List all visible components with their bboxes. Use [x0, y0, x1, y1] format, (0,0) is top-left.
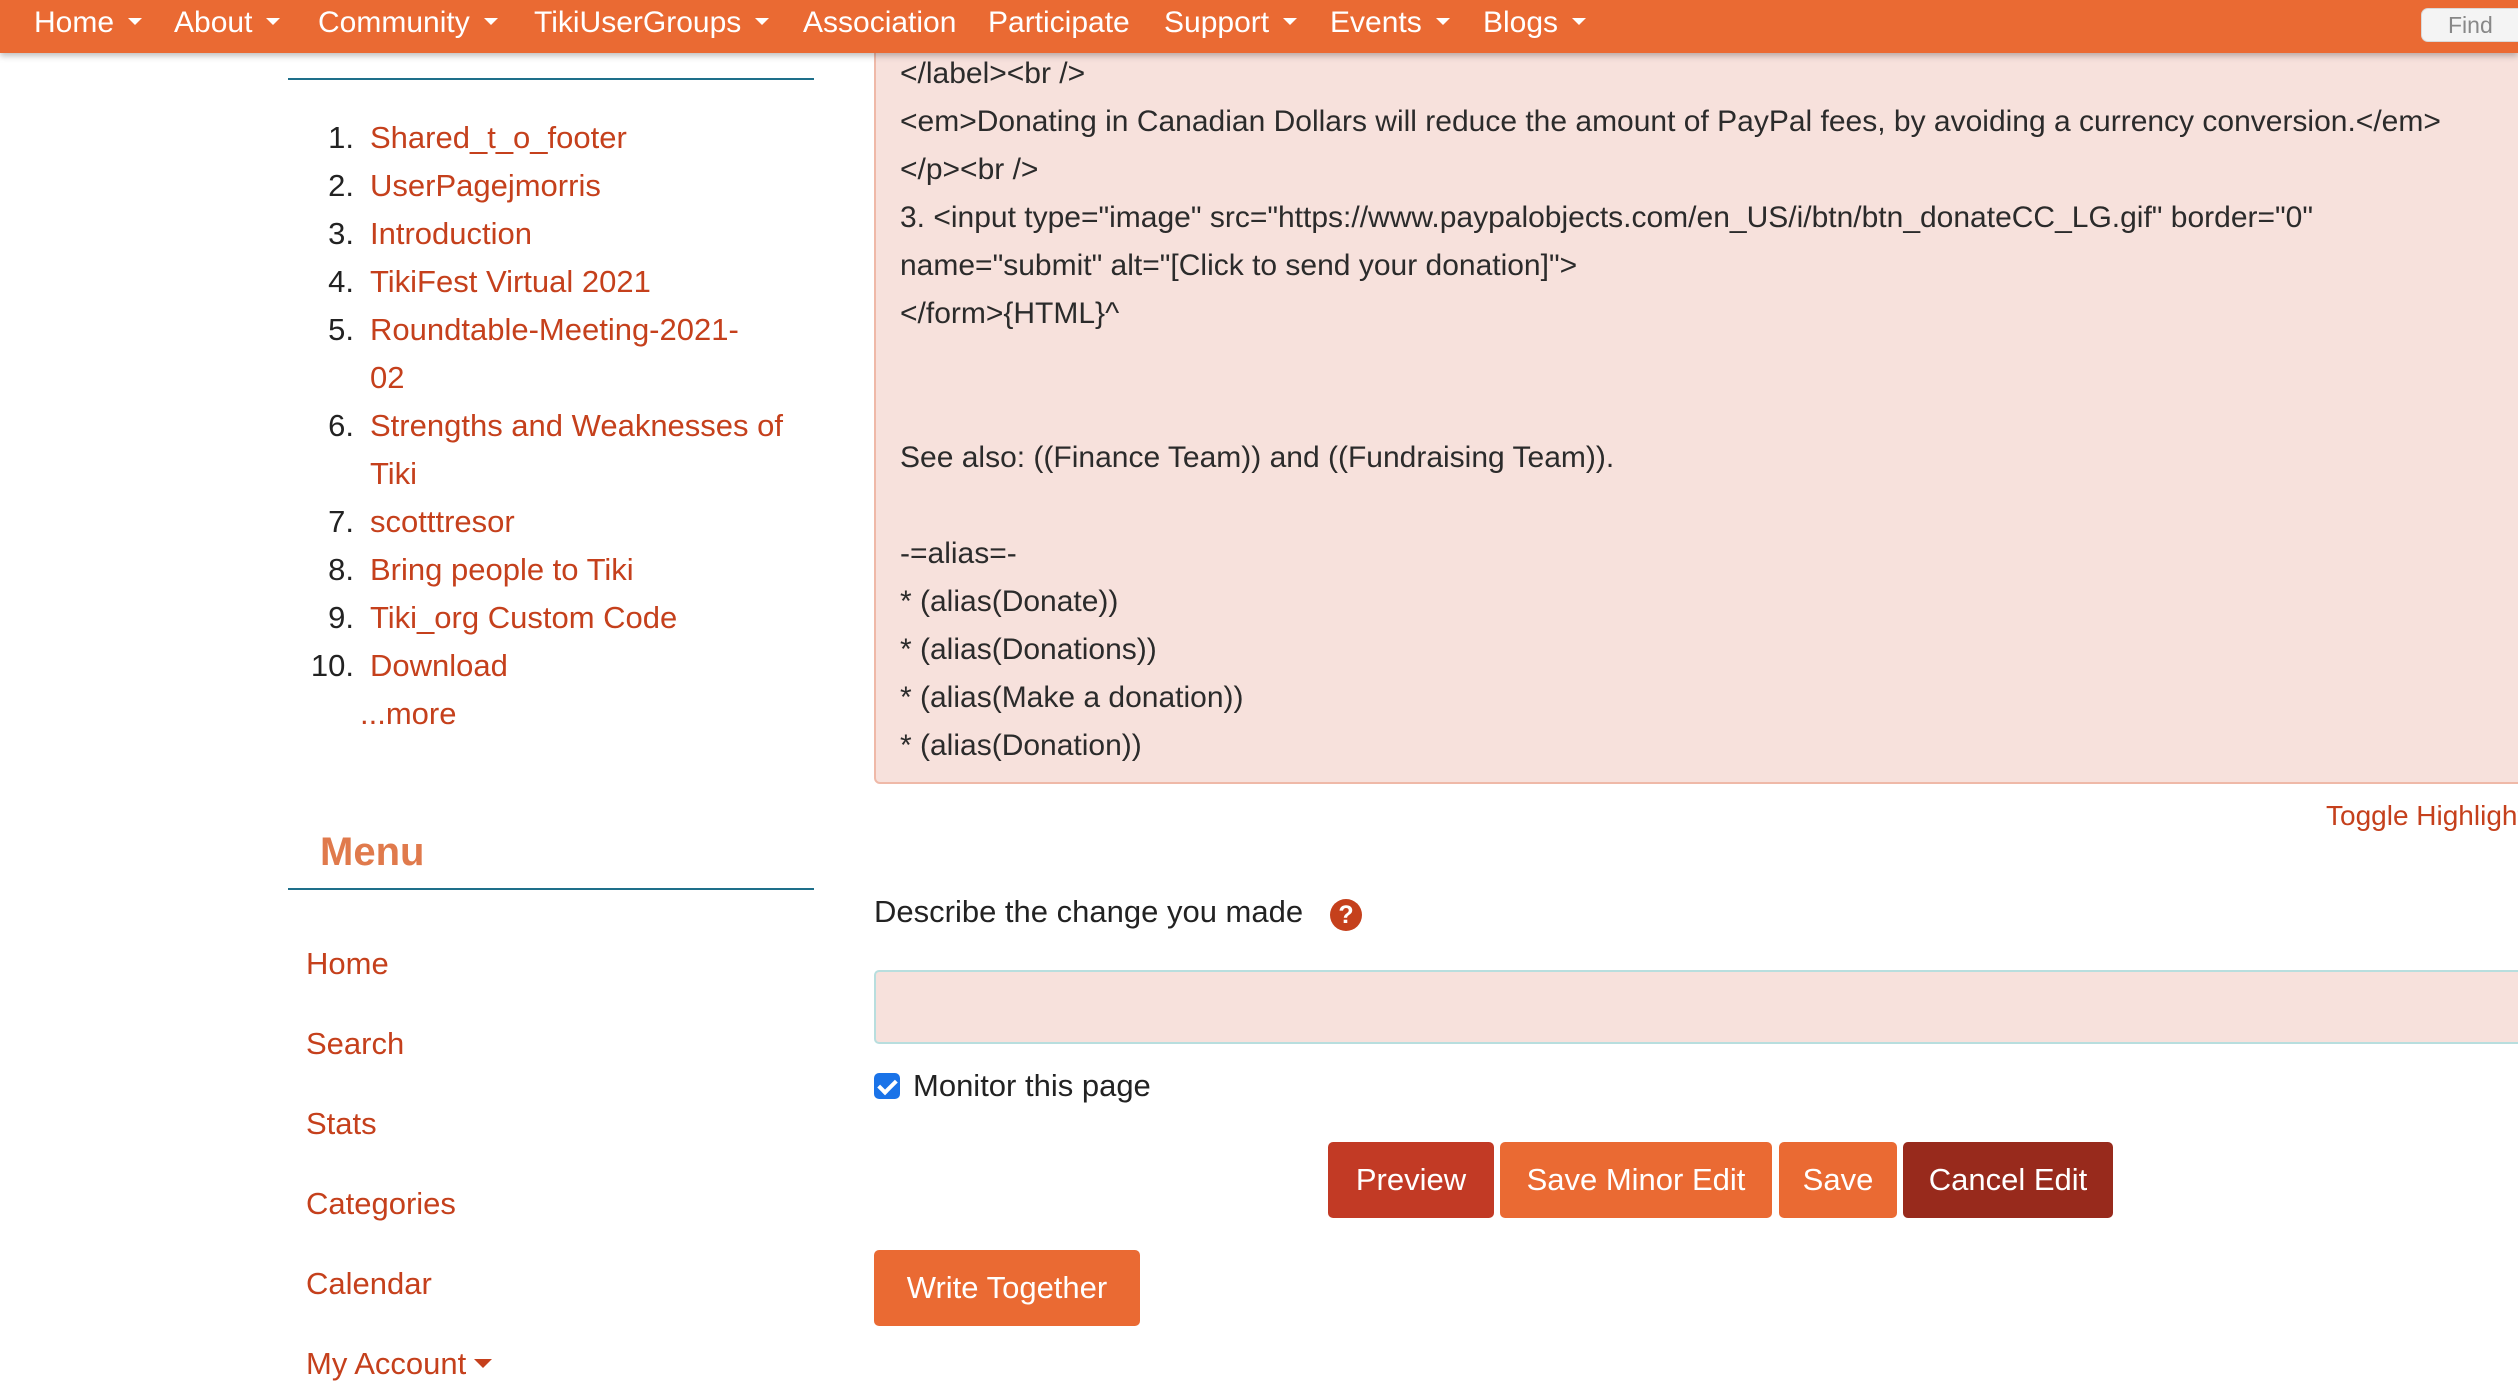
help-icon[interactable]: ? [1330, 899, 1362, 931]
describe-change-label: Describe the change you made [874, 894, 1304, 929]
chevron-down-icon [483, 17, 498, 25]
nav-tikiusergroups[interactable]: TikiUserGroups [534, 0, 770, 45]
nav-blogs-label: Blogs [1483, 6, 1559, 39]
chevron-down-icon [474, 1359, 493, 1369]
list-item-link[interactable]: Bring people to Tiki [370, 546, 634, 594]
nav-events[interactable]: Events [1330, 0, 1450, 45]
menu-item-home[interactable]: Home [306, 940, 389, 988]
chevron-down-icon [128, 17, 143, 25]
editor-line: See also: ((Finance Team)) and ((Fundrai… [900, 441, 1615, 474]
nav-about[interactable]: About [174, 0, 281, 45]
search-input[interactable]: Find [2421, 8, 2518, 42]
list-item-link[interactable]: Download [370, 642, 508, 690]
list-item-number: 2. [328, 168, 354, 203]
nav-community-label: Community [318, 6, 470, 39]
list-item-number: 3. [328, 216, 354, 251]
nav-association-label: Association [803, 6, 957, 39]
chevron-down-icon [1572, 17, 1587, 25]
editor-line: name="submit" alt="[Click to send your d… [900, 249, 1578, 282]
list-item-number: 1. [328, 120, 354, 155]
list-item-number: 8. [328, 552, 354, 587]
list-item-link[interactable]: Shared_t_o_footer [370, 114, 627, 162]
list-item-number: 5. [328, 312, 354, 347]
list-item-link[interactable]: Tiki_org Custom Code [370, 594, 677, 642]
more-link[interactable]: ...more [360, 690, 456, 738]
monitor-page-label: Monitor this page [913, 1068, 1151, 1103]
chevron-down-icon [266, 17, 281, 25]
nav-community[interactable]: Community [318, 0, 498, 45]
latest-changes-divider [288, 78, 814, 80]
editor-line: * (alias(Make a donation)) [900, 681, 1244, 714]
list-item-link[interactable]: Strengths and Weaknesses of [370, 402, 783, 450]
list-item-link[interactable]: scotttresor [370, 498, 515, 546]
editor-line: -=alias=- [900, 537, 1017, 570]
nav-blogs[interactable]: Blogs [1483, 0, 1587, 45]
chevron-down-icon [755, 17, 770, 25]
menu-item-stats[interactable]: Stats [306, 1100, 377, 1148]
chevron-down-icon [1283, 17, 1298, 25]
list-item-link[interactable]: Introduction [370, 210, 532, 258]
monitor-page-checkbox[interactable] [874, 1073, 900, 1099]
nav-tikiusergroups-label: TikiUserGroups [534, 6, 742, 39]
menu-divider [288, 888, 814, 890]
preview-button[interactable]: Preview [1328, 1142, 1494, 1218]
toggle-highlight-link[interactable]: Toggle Highlight [2326, 792, 2518, 840]
nav-support-label: Support [1164, 6, 1270, 39]
save-minor-edit-button[interactable]: Save Minor Edit [1500, 1142, 1772, 1218]
list-item-number: 9. [328, 600, 354, 635]
menu-item-calendar[interactable]: Calendar [306, 1260, 432, 1308]
nav-home-label: Home [34, 6, 115, 39]
editor-line: 3. <input type="image" src="https://www.… [900, 201, 2314, 234]
menu-item-my-account-label: My Account [306, 1346, 467, 1381]
nav-events-label: Events [1330, 6, 1422, 39]
editor-line: </label><br /> [900, 57, 1086, 90]
menu-item-categories[interactable]: Categories [306, 1180, 456, 1228]
list-item-link-continued[interactable]: Tiki [370, 450, 417, 498]
list-item-link[interactable]: UserPagejmorris [370, 162, 601, 210]
editor-line: </form>{HTML}^ [900, 297, 1120, 330]
nav-participate[interactable]: Participate [988, 0, 1130, 45]
editor-line: * (alias(Donate)) [900, 585, 1119, 618]
list-item-link[interactable]: TikiFest Virtual 2021 [370, 258, 651, 306]
top-navbar: Home About Community TikiUserGroups Asso… [0, 0, 2518, 53]
menu-item-my-account[interactable]: My Account [306, 1340, 493, 1388]
list-item-number: 10. [310, 648, 354, 683]
editor-line: <em>Donating in Canadian Dollars will re… [900, 105, 2441, 138]
nav-home[interactable]: Home [34, 0, 143, 45]
editor-line: * (alias(Donation)) [900, 729, 1142, 762]
editor-line: * (alias(Donations)) [900, 633, 1157, 666]
list-item-number: 4. [328, 264, 354, 299]
list-item-link[interactable]: Roundtable-Meeting-2021- [370, 306, 739, 354]
cancel-edit-button[interactable]: Cancel Edit [1903, 1142, 2113, 1218]
save-button[interactable]: Save [1779, 1142, 1897, 1218]
nav-about-label: About [174, 6, 253, 39]
nav-support[interactable]: Support [1164, 0, 1298, 45]
describe-change-input[interactable] [874, 970, 2518, 1044]
chevron-down-icon [1435, 17, 1450, 25]
list-item-number: 7. [328, 504, 354, 539]
menu-title: Menu [320, 830, 425, 874]
editor-line: </p><br /> [900, 153, 1039, 186]
nav-participate-label: Participate [988, 6, 1130, 39]
list-item-number: 6. [328, 408, 354, 443]
write-together-button[interactable]: Write Together [874, 1250, 1140, 1326]
menu-item-search[interactable]: Search [306, 1020, 404, 1068]
list-item-link-continued[interactable]: 02 [370, 354, 404, 402]
nav-association[interactable]: Association [803, 0, 956, 45]
